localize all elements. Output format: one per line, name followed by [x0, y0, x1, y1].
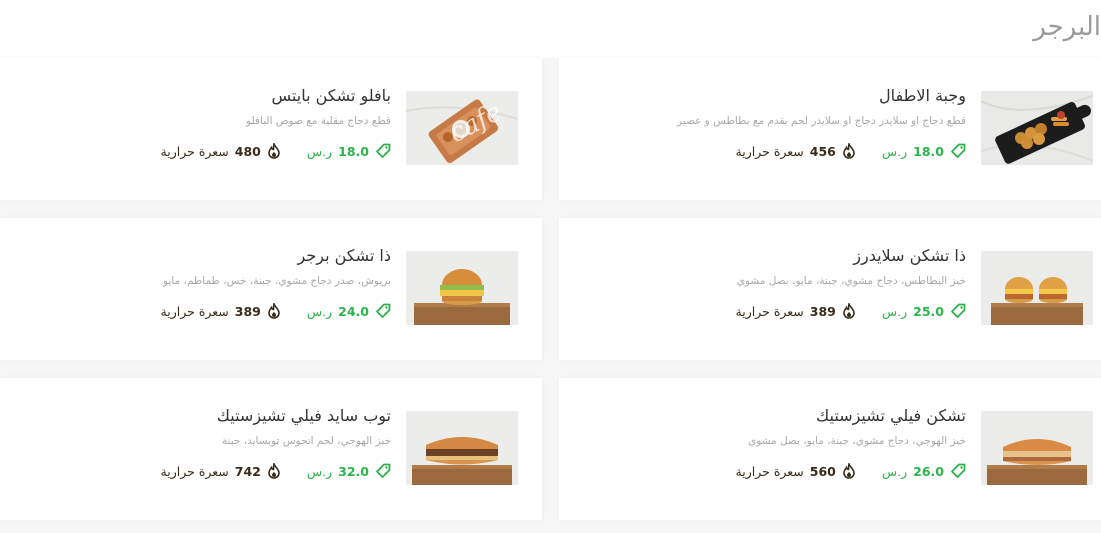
- item-name: تشكن فيلي تشيزستيك: [816, 406, 966, 425]
- menu-item-card[interactable]: توب سايد فيلي تشيزستيك خبز الهوجي، لحم ا…: [0, 378, 542, 520]
- item-info: بافلو تشكن بايتس قطع دجاج مقلية مع صوص ا…: [11, 84, 391, 159]
- menu-item-card[interactable]: وجبة الاطفال قطع دجاج او سلايدر دجاج او …: [559, 58, 1101, 200]
- price-tag-icon: [375, 463, 391, 479]
- item-price: 32.0: [338, 463, 369, 479]
- item-image-chicken-burger: [406, 251, 518, 325]
- flame-icon: [842, 463, 856, 479]
- price-group: 24.0 ر.س: [307, 303, 391, 319]
- item-info: ذا تشكن سلايدرز خبز البطاطس، دجاج مشوي، …: [566, 244, 966, 319]
- item-image-nuggets: [981, 91, 1093, 165]
- item-name: وجبة الاطفال: [878, 86, 966, 105]
- price-group: 18.0 ر.س: [307, 143, 391, 159]
- price-tag-icon: [375, 303, 391, 319]
- item-image-topside-philly: [406, 411, 518, 485]
- item-currency: ر.س: [881, 143, 908, 159]
- item-description: بريوش، صدر دجاج مشوي، جبنة، خس، طماطم، م…: [163, 275, 391, 287]
- item-calories-unit: سعرة حرارية: [160, 143, 229, 159]
- flame-icon: [267, 143, 281, 159]
- item-description: خبز الهوجي، دجاج مشوي، جبنة، مايو، بصل م…: [747, 435, 966, 447]
- section-header: [0, 0, 1101, 58]
- item-calories: 480: [234, 143, 261, 159]
- item-price: 26.0: [913, 463, 944, 479]
- item-currency: ر.س: [881, 463, 908, 479]
- calories-group: 456 سعرة حرارية: [736, 143, 856, 159]
- price-group: 32.0 ر.س: [307, 463, 391, 479]
- item-info: وجبة الاطفال قطع دجاج او سلايدر دجاج او …: [566, 84, 966, 159]
- item-image-buffalo-bites: [406, 91, 518, 165]
- item-image-chicken-philly: [981, 411, 1093, 485]
- item-meta: 26.0 ر.س 560 سعرة حرارية: [566, 463, 966, 479]
- price-tag-icon: [950, 143, 966, 159]
- item-currency: ر.س: [306, 143, 333, 159]
- item-name: ذا تشكن سلايدرز: [853, 246, 966, 265]
- item-calories: 389: [809, 303, 836, 319]
- calories-group: 389 سعرة حرارية: [736, 303, 856, 319]
- item-description: خبز الهوجي، لحم انجوس توبسايد، جبنة: [221, 435, 391, 447]
- item-name: توب سايد فيلي تشيزستيك: [216, 406, 391, 425]
- item-calories: 560: [809, 463, 836, 479]
- item-price: 18.0: [913, 143, 944, 159]
- flame-icon: [842, 303, 856, 319]
- item-meta: 18.0 ر.س 456 سعرة حرارية: [566, 143, 966, 159]
- item-info: تشكن فيلي تشيزستيك خبز الهوجي، دجاج مشوي…: [566, 404, 966, 479]
- calories-group: 389 سعرة حرارية: [161, 303, 281, 319]
- flame-icon: [842, 143, 856, 159]
- menu-item-card[interactable]: تشكن فيلي تشيزستيك خبز الهوجي، دجاج مشوي…: [559, 378, 1101, 520]
- item-meta: 25.0 ر.س 389 سعرة حرارية: [566, 303, 966, 319]
- item-price: 24.0: [338, 303, 369, 319]
- item-calories-unit: سعرة حرارية: [735, 303, 804, 319]
- item-calories-unit: سعرة حرارية: [160, 303, 229, 319]
- calories-group: 480 سعرة حرارية: [161, 143, 281, 159]
- price-tag-icon: [950, 463, 966, 479]
- item-description: خبز البطاطس، دجاج مشوي، جبنة، مايو، بصل …: [736, 275, 966, 287]
- item-name: بافلو تشكن بايتس: [271, 86, 391, 105]
- item-currency: ر.س: [306, 303, 333, 319]
- menu-item-card[interactable]: ذا تشكن سلايدرز خبز البطاطس، دجاج مشوي، …: [559, 218, 1101, 360]
- item-calories: 742: [234, 463, 261, 479]
- price-tag-icon: [375, 143, 391, 159]
- item-calories-unit: سعرة حرارية: [160, 463, 229, 479]
- flame-icon: [267, 303, 281, 319]
- item-calories: 456: [809, 143, 836, 159]
- flame-icon: [267, 463, 281, 479]
- item-currency: ر.س: [881, 303, 908, 319]
- item-image-chicken-sliders: [981, 251, 1093, 325]
- item-calories-unit: سعرة حرارية: [735, 143, 804, 159]
- menu-item-card[interactable]: ذا تشكن برجر بريوش، صدر دجاج مشوي، جبنة،…: [0, 218, 542, 360]
- item-calories: 389: [234, 303, 261, 319]
- item-info: ذا تشكن برجر بريوش، صدر دجاج مشوي، جبنة،…: [11, 244, 391, 319]
- item-meta: 18.0 ر.س 480 سعرة حرارية: [11, 143, 391, 159]
- price-group: 25.0 ر.س: [882, 303, 966, 319]
- menu-item-card[interactable]: بافلو تشكن بايتس قطع دجاج مقلية مع صوص ا…: [0, 58, 542, 200]
- calories-group: 742 سعرة حرارية: [161, 463, 281, 479]
- item-calories-unit: سعرة حرارية: [735, 463, 804, 479]
- price-tag-icon: [950, 303, 966, 319]
- item-name: ذا تشكن برجر: [297, 246, 391, 265]
- calories-group: 560 سعرة حرارية: [736, 463, 856, 479]
- item-meta: 32.0 ر.س 742 سعرة حرارية: [11, 463, 391, 479]
- price-group: 26.0 ر.س: [882, 463, 966, 479]
- item-price: 25.0: [913, 303, 944, 319]
- item-info: توب سايد فيلي تشيزستيك خبز الهوجي، لحم ا…: [11, 404, 391, 479]
- section-title: البرجر: [1033, 12, 1101, 42]
- item-price: 18.0: [338, 143, 369, 159]
- item-description: قطع دجاج او سلايدر دجاج او سلايدر لحم يق…: [677, 115, 966, 127]
- price-group: 18.0 ر.س: [882, 143, 966, 159]
- item-currency: ر.س: [306, 463, 333, 479]
- item-description: قطع دجاج مقلية مع صوص البافلو: [246, 115, 391, 127]
- item-meta: 24.0 ر.س 389 سعرة حرارية: [11, 303, 391, 319]
